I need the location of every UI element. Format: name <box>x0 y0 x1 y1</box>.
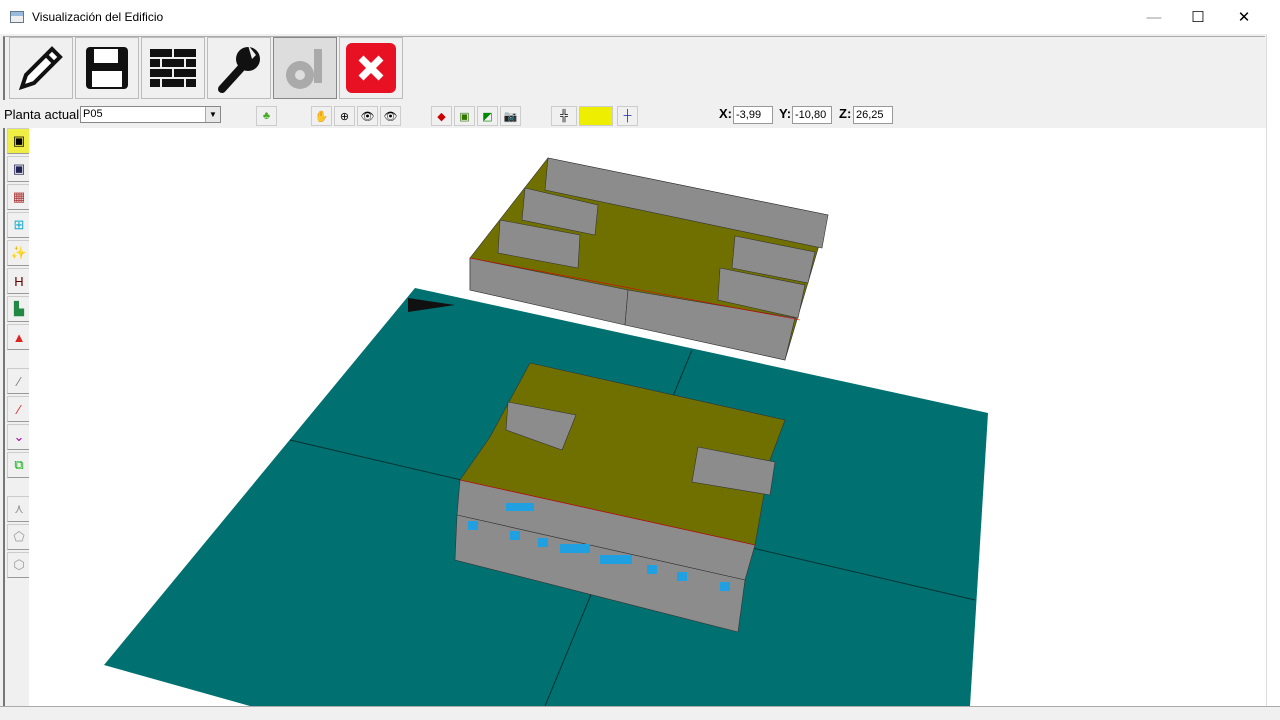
left-toolbar: ▣ ▣ ▦ ⊞ ✨ H ▙ ▲ ⁄ ⁄ ⌄ ⧉ ⋏ ⬠ ⬡ <box>3 128 31 708</box>
zoom-icon[interactable]: ⊕ <box>334 106 355 126</box>
walls-button[interactable] <box>141 37 205 99</box>
3d-viewport[interactable] <box>29 128 1266 706</box>
wrench-icon <box>218 45 260 93</box>
ruler-icon[interactable] <box>579 106 613 126</box>
camera-icon[interactable]: 📷 <box>500 106 521 126</box>
main-toolbar <box>3 36 1265 100</box>
z-field[interactable]: 26,25 <box>853 106 893 124</box>
x-field[interactable]: -3,99 <box>733 106 773 124</box>
app-icon <box>10 11 24 23</box>
settings-button[interactable] <box>207 37 271 99</box>
floor-icon[interactable]: ▣ <box>7 128 31 154</box>
edit-button[interactable] <box>9 37 73 99</box>
copy-shapes-icon[interactable]: ▣ <box>454 106 475 126</box>
floppy-icon <box>86 47 128 89</box>
close-icon <box>346 43 396 93</box>
rotate-view-icon[interactable]: 👁 <box>357 106 378 126</box>
floor-label: Planta actual <box>4 107 80 122</box>
z-label: Z: <box>839 106 852 121</box>
plan-icon[interactable]: ╬ <box>551 106 577 126</box>
pan-hand-icon[interactable]: ✋ <box>311 106 332 126</box>
minimize-button[interactable]: — <box>1131 0 1177 34</box>
save-button[interactable] <box>75 37 139 99</box>
floor-select[interactable]: P05 ▼ <box>80 106 221 123</box>
vertex-icon[interactable]: ⋏ <box>7 496 31 522</box>
window-icon[interactable]: ⊞ <box>7 212 31 238</box>
tools-icon <box>286 49 322 89</box>
brick-icon <box>150 49 196 87</box>
close-window-button[interactable]: ✕ <box>1221 0 1267 34</box>
pencil-icon <box>18 46 63 91</box>
move-copy-icon[interactable]: ⧉ <box>7 452 31 478</box>
title-bar: Visualización del Edificio — ☐ ✕ <box>0 0 1280 34</box>
y-field[interactable]: -10,80 <box>792 106 832 124</box>
polyline-icon[interactable]: ⌄ <box>7 424 31 450</box>
y-label: Y: <box>779 106 792 121</box>
ceiling-icon[interactable]: ▣ <box>7 156 31 182</box>
wall-icon[interactable]: ▦ <box>7 184 31 210</box>
red-line-icon[interactable]: ⁄ <box>7 396 31 422</box>
polygon-icon[interactable]: ⬠ <box>7 524 31 550</box>
vertical-scrollbar[interactable] <box>1266 34 1280 706</box>
points-icon[interactable]: ◆ <box>431 106 452 126</box>
select-box-icon[interactable]: ◩ <box>477 106 498 126</box>
status-bar <box>0 706 1280 720</box>
terrain-icon[interactable]: ▙ <box>7 296 31 322</box>
magic-wand-icon[interactable]: ✨ <box>7 240 31 266</box>
chevron-down-icon[interactable]: ▼ <box>205 107 220 122</box>
maximize-button[interactable]: ☐ <box>1175 0 1221 34</box>
eye-icon[interactable]: 👁 <box>380 106 401 126</box>
ladder-icon[interactable]: H <box>7 268 31 294</box>
roof-icon[interactable]: ▲ <box>7 324 31 350</box>
window-title: Visualización del Edificio <box>32 10 164 24</box>
tools-button[interactable] <box>273 37 337 99</box>
crosshair-icon[interactable]: ┼ <box>617 106 638 126</box>
x-label: X: <box>719 106 732 121</box>
view-toolbar: Planta actual P05 ▼ ♣ ✋ ⊕ 👁 👁 ◆ ▣ ◩ 📷 ╬ ┼… <box>0 103 1265 126</box>
close-button[interactable] <box>339 37 403 99</box>
tree-icon[interactable]: ♣ <box>256 106 277 126</box>
line-icon[interactable]: ⁄ <box>7 368 31 394</box>
polygon-edit-icon[interactable]: ⬡ <box>7 552 31 578</box>
floor-value: P05 <box>83 108 103 120</box>
